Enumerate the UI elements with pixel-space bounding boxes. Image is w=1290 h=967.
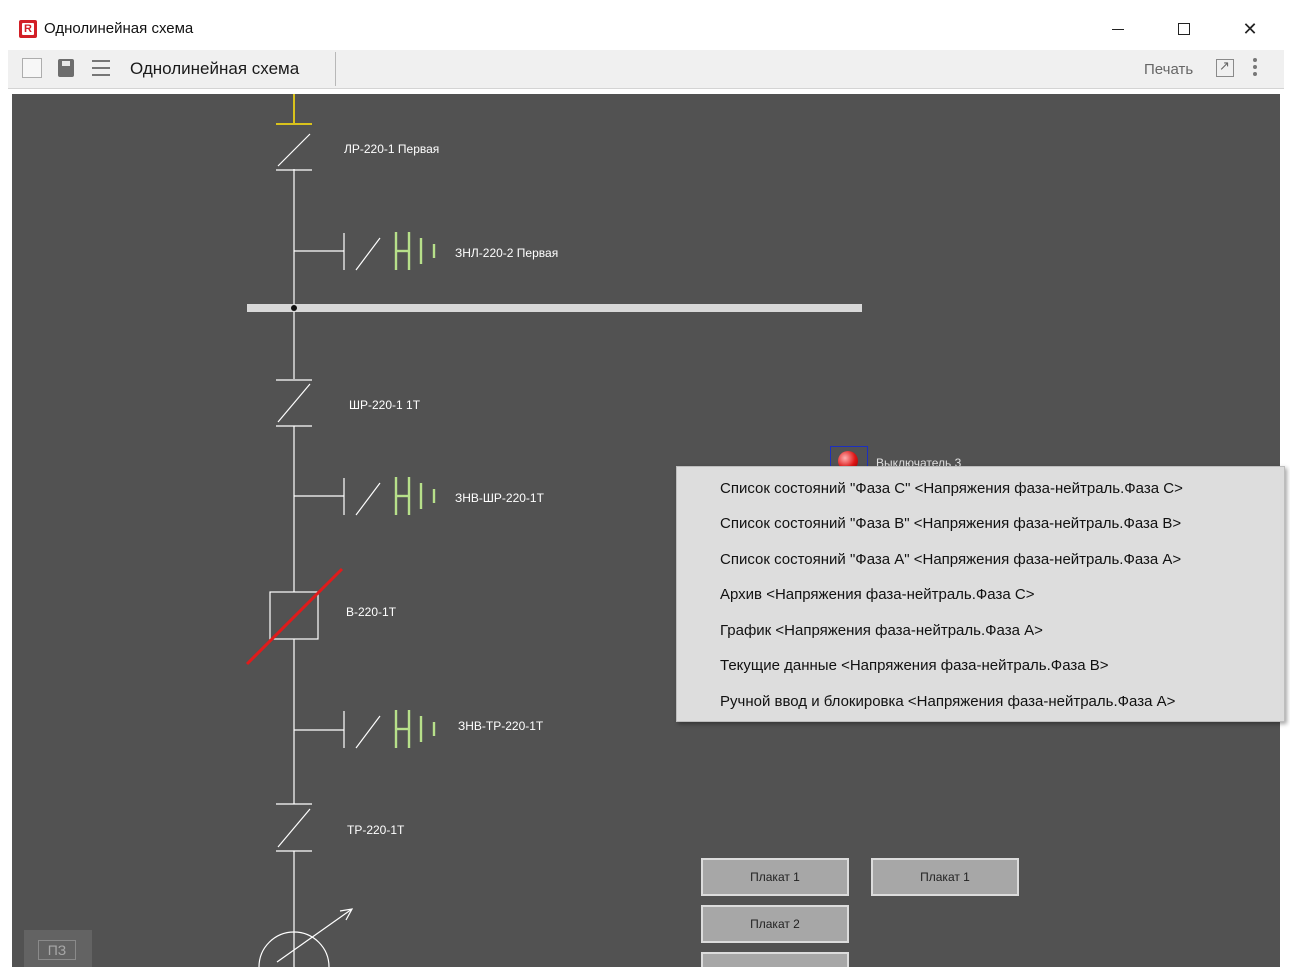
pz-button[interactable]: ПЗ (38, 940, 76, 960)
menu-item-current-data[interactable]: Текущие данные <Напряжения фаза-нейтраль… (720, 649, 1109, 683)
window-titlebar: R Однолинейная схема ✕ (8, 8, 1284, 50)
pz-panel: ПЗ (24, 930, 92, 967)
context-menu: Список состояний "Фаза C" <Напряжения фа… (676, 466, 1285, 722)
expand-icon[interactable] (1216, 58, 1234, 77)
toolbar: Однолинейная схема Печать (8, 50, 1284, 89)
label-v-220-1t: В-220-1Т (346, 605, 397, 619)
busbar (247, 304, 862, 312)
minimize-button[interactable] (1095, 12, 1141, 46)
label-tr-220-1t: ТР-220-1Т (347, 823, 405, 837)
poster-button-1[interactable]: Плакат 1 (701, 858, 849, 896)
checkbox-icon[interactable] (22, 58, 42, 78)
poster-button-3[interactable]: Плакат 2 (701, 905, 849, 943)
print-button[interactable]: Печать (1144, 61, 1193, 78)
menu-item-state-list-a[interactable]: Список состояний "Фаза A" <Напряжения фа… (720, 543, 1181, 577)
label-znv-shr-220: ЗНВ-ШР-220-1Т (455, 491, 545, 505)
app-logo-icon: R (19, 20, 37, 38)
toolbar-title: Однолинейная схема (130, 59, 300, 78)
label-znl-220-2: ЗНЛ-220-2 Первая (455, 246, 558, 260)
window-title: Однолинейная схема (44, 20, 194, 37)
menu-item-archive[interactable]: Архив <Напряжения фаза-нейтраль.Фаза C> (720, 578, 1034, 612)
label-lr-220-1: ЛР-220-1 Первая (344, 142, 439, 156)
save-icon[interactable] (58, 59, 74, 77)
menu-item-graph[interactable]: График <Напряжения фаза-нейтраль.Фаза A> (720, 614, 1043, 648)
close-icon: ✕ (1242, 18, 1258, 39)
menu-icon[interactable] (92, 60, 110, 76)
toolbar-divider (335, 52, 336, 86)
close-button[interactable]: ✕ (1227, 12, 1273, 46)
minimize-icon (1112, 28, 1124, 30)
maximize-button[interactable] (1161, 12, 1207, 46)
label-shr-220-1: ШР-220-1 1Т (349, 398, 421, 412)
menu-item-state-list-c[interactable]: Список состояний "Фаза C" <Напряжения фа… (720, 472, 1183, 506)
more-icon[interactable] (1252, 58, 1258, 80)
menu-item-manual-input[interactable]: Ручной ввод и блокировка <Напряжения фаз… (720, 685, 1175, 719)
menu-item-state-list-b[interactable]: Список состояний "Фаза B" <Напряжения фа… (720, 507, 1181, 541)
label-znv-tr-220: ЗНВ-ТР-220-1Т (458, 719, 544, 733)
poster-button-4[interactable] (701, 952, 849, 967)
poster-button-2[interactable]: Плакат 1 (871, 858, 1019, 896)
maximize-icon (1178, 23, 1190, 35)
